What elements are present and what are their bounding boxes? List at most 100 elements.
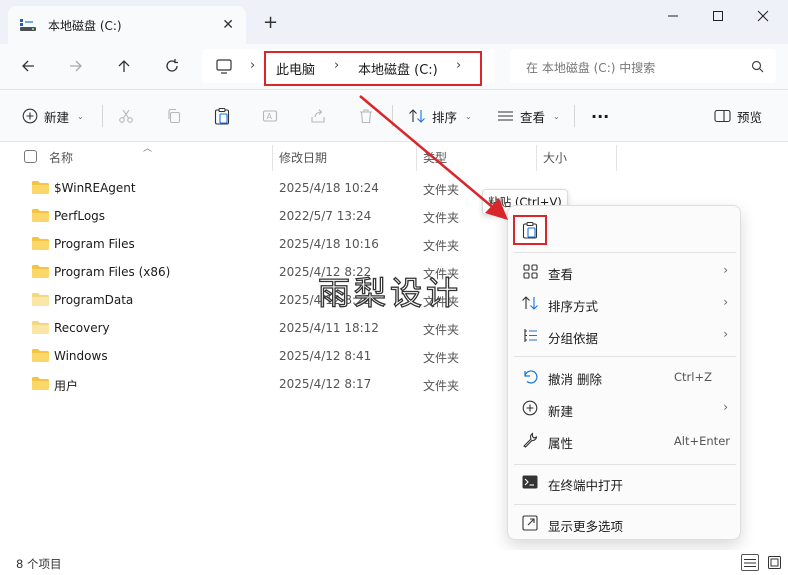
file-type: 文件夹 bbox=[423, 183, 460, 197]
menu-item-shortcut: Ctrl+Z bbox=[674, 370, 712, 384]
chevron-right-icon: › bbox=[723, 295, 728, 309]
file-date: 2025/4/11 18:12 bbox=[279, 321, 379, 335]
folder-icon bbox=[32, 265, 49, 278]
file-name: Windows bbox=[54, 349, 108, 363]
copy-button[interactable] bbox=[164, 106, 184, 126]
menu-item-properties[interactable]: 属性 Alt+Enter bbox=[508, 425, 742, 455]
menu-item-label: 排序方式 bbox=[548, 299, 599, 314]
folder-icon bbox=[32, 377, 49, 390]
column-header-size[interactable]: 大小 bbox=[543, 149, 567, 166]
back-button[interactable] bbox=[14, 52, 42, 80]
menu-item-show-more-options[interactable]: 显示更多选项 bbox=[508, 508, 742, 538]
tab-local-disk[interactable]: 本地磁盘 (C:) ✕ bbox=[8, 6, 246, 44]
context-paste-button[interactable] bbox=[513, 215, 547, 245]
tiles-view-icon bbox=[767, 556, 781, 569]
chevron-right-icon: › bbox=[250, 58, 256, 73]
divider bbox=[574, 105, 575, 127]
column-header-date[interactable]: 修改日期 bbox=[279, 149, 327, 166]
command-bar: 新建 ⌄ A 排序 ⌄ 查看 ⌄ ... 预览 bbox=[0, 90, 788, 142]
arrow-left-icon bbox=[22, 60, 34, 72]
sort-button[interactable]: 排序 ⌄ bbox=[408, 105, 472, 127]
file-type: 文件夹 bbox=[423, 351, 460, 365]
file-date: 2022/5/7 13:24 bbox=[279, 209, 372, 223]
share-button[interactable] bbox=[308, 106, 328, 126]
menu-item-view[interactable]: 查看 › bbox=[508, 256, 742, 286]
new-button-label: 新建 bbox=[44, 109, 70, 125]
context-menu: 查看 › 排序方式 › 分组依据 › 撤消 删除 Ctrl+Z 新建 › 属性 bbox=[507, 205, 741, 540]
paste-button[interactable] bbox=[212, 106, 232, 126]
divider bbox=[392, 105, 393, 127]
new-button[interactable]: 新建 ⌄ bbox=[22, 105, 84, 127]
preview-button[interactable]: 预览 bbox=[714, 105, 762, 127]
list-item[interactable]: 用户 2025/4/12 8:17 文件夹 bbox=[0, 370, 500, 398]
refresh-button[interactable] bbox=[158, 52, 186, 80]
copy-icon bbox=[168, 108, 181, 124]
column-divider[interactable] bbox=[272, 145, 273, 171]
rename-button[interactable]: A bbox=[260, 106, 280, 126]
menu-item-label: 查看 bbox=[548, 267, 574, 282]
chevron-right-icon: › bbox=[723, 400, 728, 414]
folder-icon bbox=[32, 293, 49, 306]
menu-separator bbox=[514, 356, 736, 357]
folder-icon bbox=[32, 349, 49, 362]
tab-close-icon[interactable]: ✕ bbox=[222, 17, 234, 33]
column-header-name[interactable]: 名称 bbox=[49, 149, 73, 166]
more-options-button[interactable]: ... bbox=[591, 101, 609, 123]
close-window-button[interactable] bbox=[748, 6, 778, 26]
cut-button[interactable] bbox=[116, 106, 136, 126]
list-item[interactable]: Program Files 2025/4/18 10:16 文件夹 bbox=[0, 230, 500, 258]
column-divider[interactable] bbox=[416, 145, 417, 171]
tiles-view-button[interactable] bbox=[765, 554, 783, 571]
list-item[interactable]: Windows 2025/4/12 8:41 文件夹 bbox=[0, 342, 500, 370]
list-item[interactable]: $WinREAgent 2025/4/18 10:24 文件夹 bbox=[0, 174, 500, 202]
sort-button-label: 排序 bbox=[432, 109, 458, 125]
minimize-button[interactable] bbox=[658, 6, 688, 26]
file-name: Recovery bbox=[54, 321, 110, 335]
column-header-type[interactable]: 类型 bbox=[423, 149, 447, 166]
chevron-right-icon: › bbox=[723, 327, 728, 341]
chevron-down-icon: ⌄ bbox=[553, 111, 560, 121]
details-view-button[interactable] bbox=[741, 554, 759, 571]
column-divider[interactable] bbox=[536, 145, 537, 171]
trash-icon bbox=[360, 109, 372, 124]
file-date: 2025/4/12 8:41 bbox=[279, 349, 372, 363]
search-input[interactable]: 在 本地磁盘 (C:) 中搜索 bbox=[526, 59, 655, 76]
menu-item-group-by[interactable]: 分组依据 › bbox=[508, 320, 742, 350]
view-button[interactable]: 查看 ⌄ bbox=[497, 105, 560, 127]
file-name: PerfLogs bbox=[54, 209, 106, 223]
delete-button[interactable] bbox=[356, 106, 376, 126]
svg-text:A: A bbox=[267, 112, 273, 121]
group-by-icon bbox=[521, 326, 539, 344]
menu-item-open-in-terminal[interactable]: 在终端中打开 bbox=[508, 467, 742, 497]
menu-separator bbox=[514, 252, 736, 253]
menu-separator bbox=[514, 504, 736, 505]
tab-title: 本地磁盘 (C:) bbox=[48, 18, 122, 33]
up-button[interactable] bbox=[110, 52, 138, 80]
column-divider[interactable] bbox=[616, 145, 617, 171]
file-name: ProgramData bbox=[54, 293, 134, 307]
status-bar: 8 个项目 bbox=[0, 550, 788, 575]
view-button-label: 查看 bbox=[520, 109, 546, 125]
file-name: Program Files (x86) bbox=[54, 265, 171, 279]
menu-item-undo-delete[interactable]: 撤消 删除 Ctrl+Z bbox=[508, 361, 742, 391]
sort-ascending-icon: ︿ bbox=[143, 144, 153, 154]
sort-icon bbox=[409, 109, 425, 123]
menu-item-new[interactable]: 新建 › bbox=[508, 393, 742, 423]
file-name: 用户 bbox=[54, 379, 79, 393]
search-box[interactable]: 在 本地磁盘 (C:) 中搜索 bbox=[510, 49, 776, 83]
menu-item-sort-by[interactable]: 排序方式 › bbox=[508, 288, 742, 318]
list-item[interactable]: PerfLogs 2022/5/7 13:24 文件夹 bbox=[0, 202, 500, 230]
new-tab-button[interactable]: + bbox=[263, 12, 278, 33]
file-date: 2025/4/12 8:17 bbox=[279, 377, 372, 391]
title-bar: 本地磁盘 (C:) ✕ + bbox=[0, 0, 788, 44]
menu-separator bbox=[514, 464, 736, 465]
file-name: $WinREAgent bbox=[54, 181, 136, 195]
list-item[interactable]: Recovery 2025/4/11 18:12 文件夹 bbox=[0, 314, 500, 342]
column-header-row: ︿ 名称 修改日期 类型 大小 bbox=[0, 143, 788, 171]
maximize-button[interactable] bbox=[703, 6, 733, 26]
select-all-checkbox[interactable] bbox=[24, 150, 37, 163]
forward-button[interactable] bbox=[62, 52, 90, 80]
address-bar[interactable]: › 此电脑 › 本地磁盘 (C:) › bbox=[202, 49, 495, 86]
undo-icon bbox=[521, 367, 539, 385]
preview-pane-icon bbox=[714, 109, 731, 123]
